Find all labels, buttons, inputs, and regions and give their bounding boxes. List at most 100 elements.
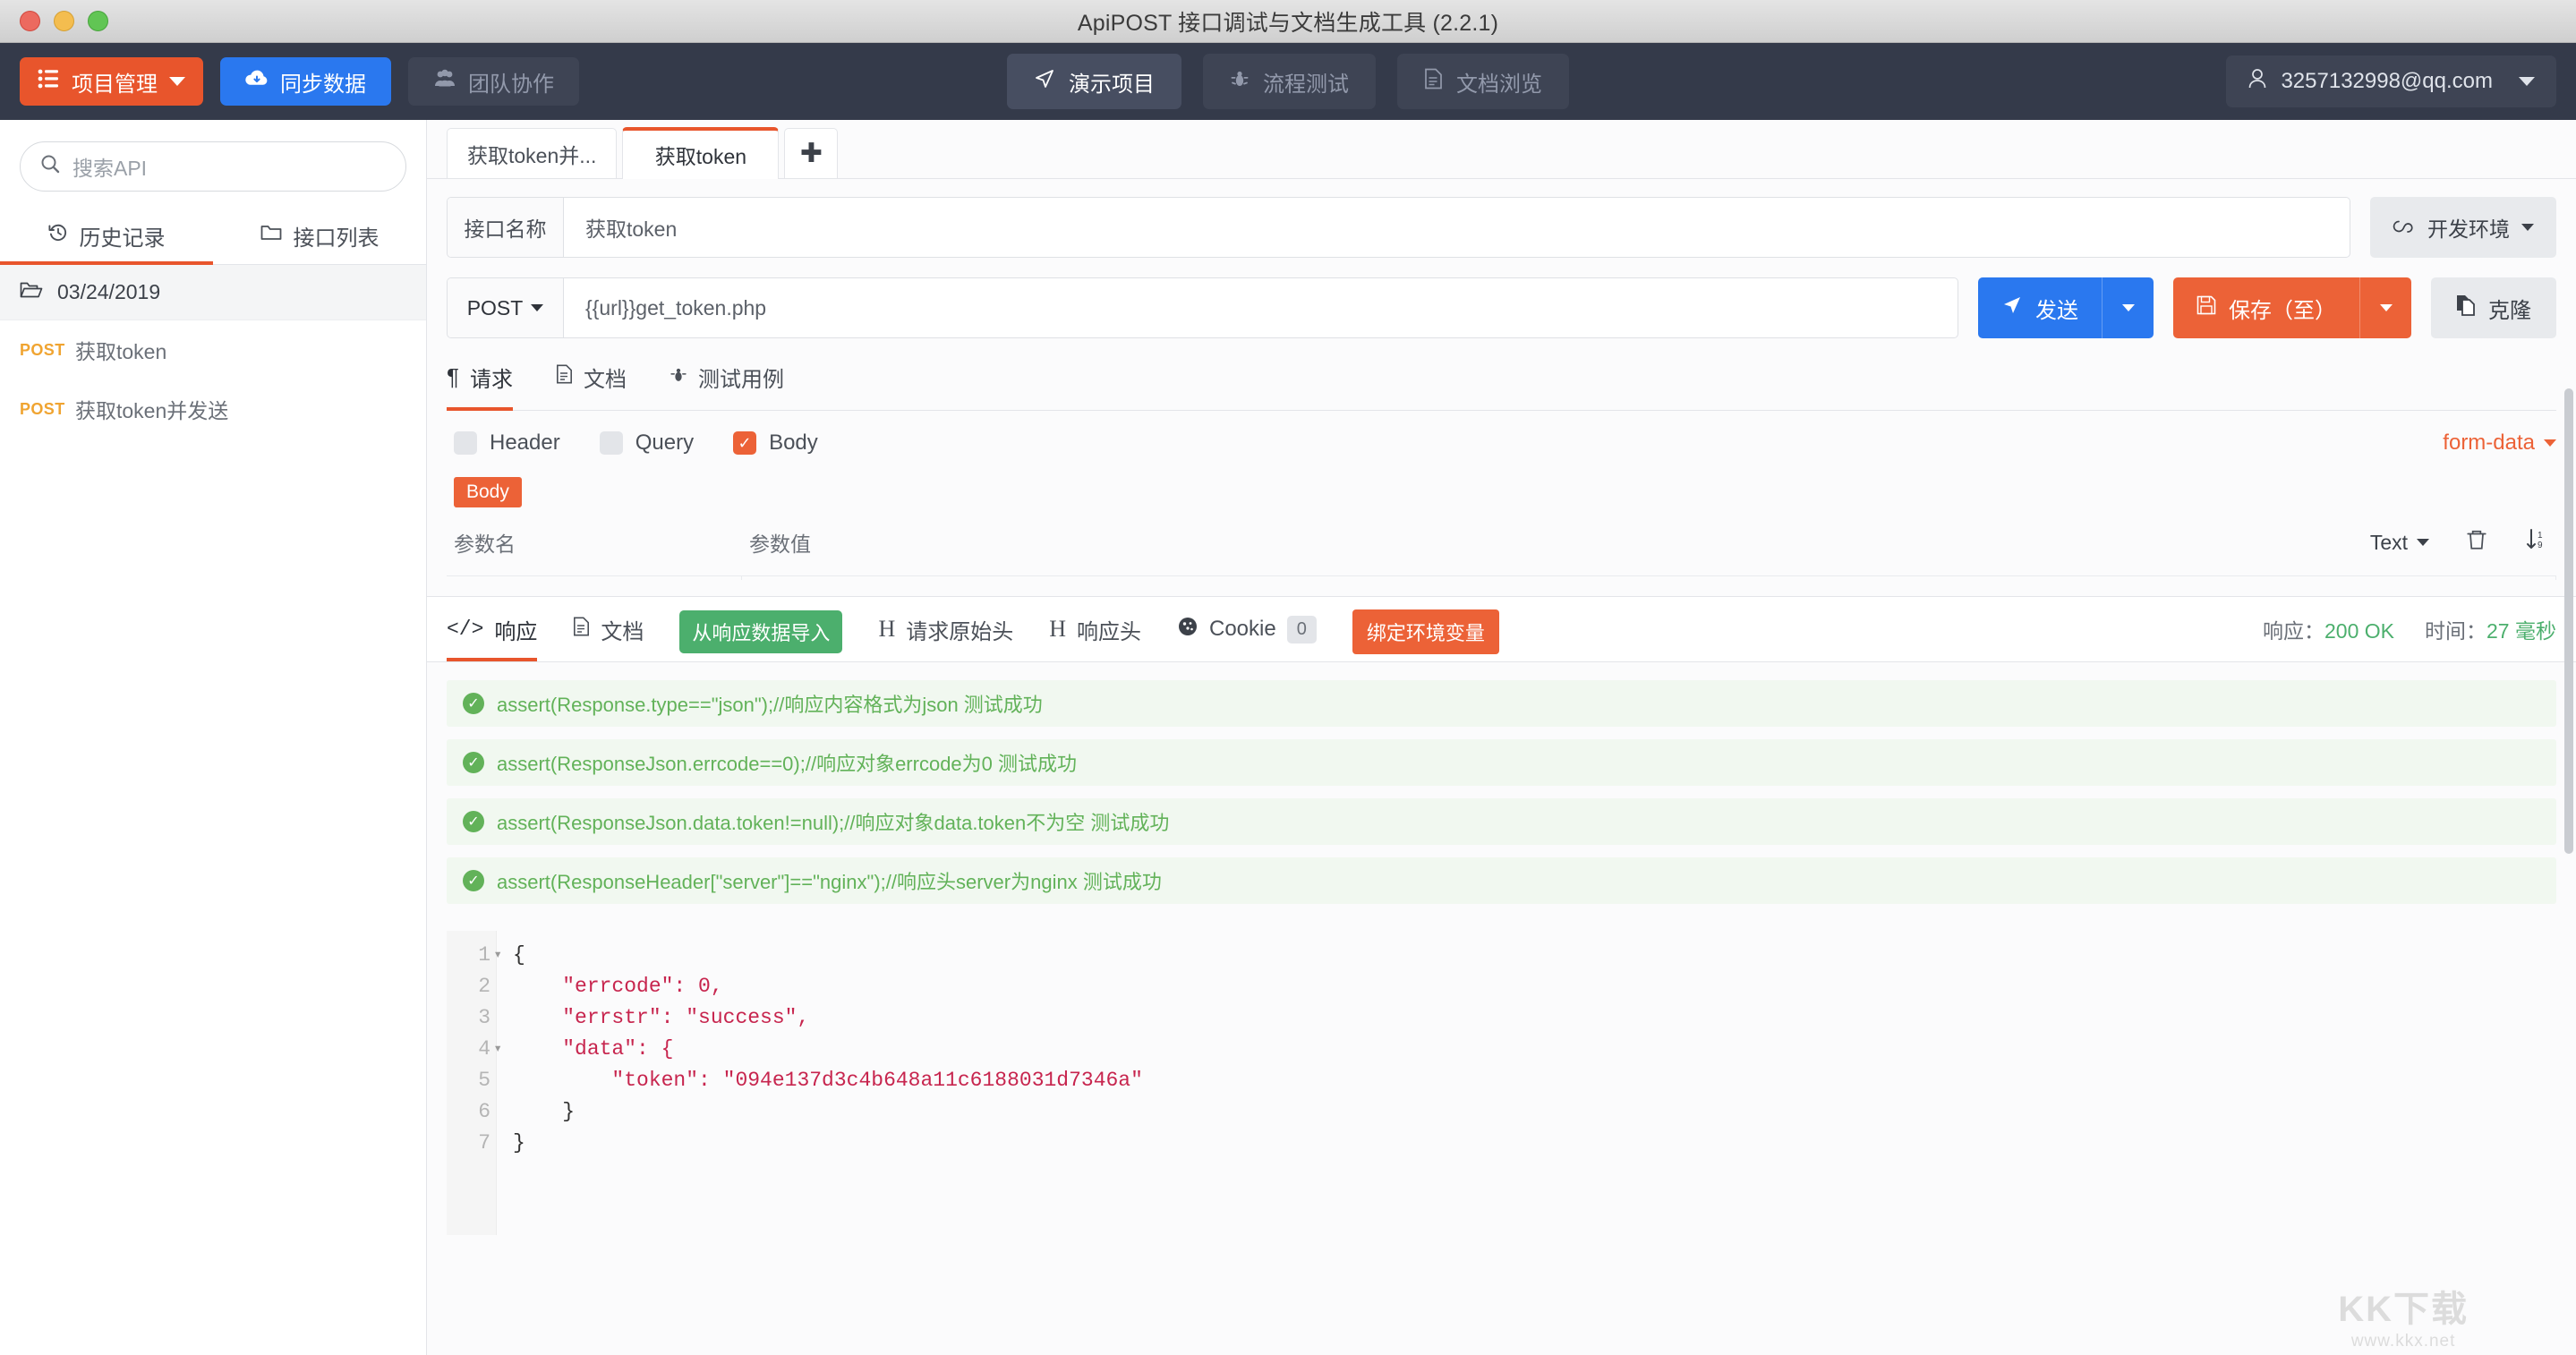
save-dropdown-button[interactable] [2359, 277, 2411, 338]
http-method-select[interactable]: POST [448, 278, 564, 337]
header-h-icon: H [1049, 616, 1066, 642]
nav-flow-test[interactable]: 流程测试 [1203, 54, 1376, 109]
add-tab-button[interactable]: ✚ [784, 128, 839, 178]
vertical-scrollbar[interactable] [2564, 388, 2573, 854]
body-type-selector[interactable]: form-data [2443, 430, 2556, 456]
team-collab-button[interactable]: 团队协作 [408, 57, 579, 106]
fold-icon[interactable]: ▾ [493, 1034, 502, 1065]
url-field[interactable]: POST {{url}}get_token.php [447, 277, 1958, 338]
code-line: { [513, 943, 525, 967]
param-name-header: 参数名 [454, 533, 516, 556]
tab-document[interactable]: 文档 [556, 362, 627, 411]
checkbox-header[interactable]: Header [454, 430, 560, 456]
checkbox-box [599, 431, 623, 455]
checkbox-box [454, 431, 477, 455]
line-number: 5 [478, 1069, 490, 1092]
param-value-type-select[interactable]: Text [2370, 531, 2429, 555]
response-tab-raw-request-header[interactable]: H 请求原始头 [878, 597, 1013, 661]
request-tabs: ¶ 请求 文档 测试用例 [447, 362, 2556, 411]
cloud-download-icon [245, 69, 269, 95]
doc-tab-0[interactable]: 获取token并... [447, 128, 618, 178]
sidebar: 搜索API 历史记录 接口列表 03/24/2019 POST 获取token … [0, 120, 427, 1355]
user-account-menu[interactable]: 3257132998@qq.com [2226, 55, 2556, 107]
list-item[interactable]: POST 获取token并发送 [0, 379, 426, 439]
checkbox-body[interactable]: ✓ Body [733, 430, 818, 456]
editor-gutter: 1 ▾ 2 3 4 ▾ 5 6 7 [447, 931, 502, 1235]
code-line: "token": "094e137d3c4b648a11c6188031d734… [513, 1069, 1143, 1092]
environment-selector[interactable]: 开发环境 [2370, 197, 2556, 258]
search-icon [40, 154, 60, 179]
checkbox-body-label: Body [769, 430, 818, 455]
chevron-down-icon [2379, 304, 2393, 311]
response-body-editor[interactable]: 1 ▾ 2 3 4 ▾ 5 6 7 { "errcode": 0, "errstr"… [447, 931, 2556, 1235]
import-from-response-button[interactable]: 从响应数据导入 [679, 598, 843, 662]
save-button[interactable]: 保存（至） [2173, 277, 2411, 338]
tab-request[interactable]: ¶ 请求 [447, 362, 513, 411]
window-titlebar: ApiPOST 接口调试与文档生成工具 (2.2.1) [0, 0, 2576, 43]
send-icon [1034, 68, 1055, 96]
watermark-url: www.kkx.net [2350, 1332, 2456, 1351]
tab-request-label: 请求 [469, 368, 513, 392]
fold-icon[interactable]: ▾ [493, 940, 502, 971]
environment-label: 开发环境 [2427, 217, 2510, 241]
response-meta: 响应：200 OK 时间：27 毫秒 [2263, 614, 2556, 644]
project-manage-label: 项目管理 [72, 72, 158, 97]
checkbox-box-checked: ✓ [733, 431, 757, 455]
sync-data-button[interactable]: 同步数据 [220, 57, 391, 106]
response-status-label: 响应： [2263, 619, 2325, 643]
send-button[interactable]: 发送 [1978, 277, 2154, 338]
send-label: 发送 [2035, 298, 2078, 323]
sidebar-tab-history[interactable]: 历史记录 [0, 209, 213, 265]
response-time-value: 27 毫秒 [2486, 619, 2556, 643]
document-tabstrip: 获取token并... 获取token ✚ [427, 120, 2576, 179]
bug-icon [670, 365, 687, 390]
chevron-down-icon [2519, 77, 2535, 86]
checkbox-query[interactable]: Query [599, 430, 694, 456]
code-line: } [513, 1100, 576, 1123]
user-icon [2248, 68, 2267, 96]
delete-param-button[interactable] [2465, 528, 2488, 557]
workspace: 搜索API 历史记录 接口列表 03/24/2019 POST 获取token … [0, 120, 2576, 1355]
interface-name-input[interactable]: 获取token [564, 198, 2350, 257]
chevron-down-icon [2544, 439, 2556, 447]
response-tab-body[interactable]: </> 响应 [447, 597, 538, 661]
project-manage-button[interactable]: 项目管理 [20, 57, 203, 106]
clone-button[interactable]: 克隆 [2431, 277, 2556, 338]
code-line: "errstr": "success", [513, 1006, 810, 1029]
response-tab-response-header[interactable]: H 响应头 [1049, 597, 1141, 661]
editor-code[interactable]: { "errcode": 0, "errstr": "success", "da… [497, 931, 2556, 1235]
http-method-badge: POST [20, 340, 65, 359]
interface-name-field[interactable]: 接口名称 获取token [447, 197, 2350, 258]
nav-demo-project[interactable]: 演示项目 [1007, 54, 1181, 109]
search-api-box[interactable]: 搜索API [20, 141, 406, 192]
body-type-label: form-data [2443, 430, 2535, 455]
bug-icon [1230, 69, 1250, 95]
tab-test-case-label: 测试用例 [697, 368, 784, 392]
param-table-header: 参数名 参数值 Text 19 [447, 507, 2556, 575]
list-item[interactable]: POST 获取token [0, 320, 426, 379]
nav-doc-browse-label: 文档浏览 [1456, 72, 1542, 97]
nav-doc-browse[interactable]: 文档浏览 [1397, 54, 1569, 109]
url-input[interactable]: {{url}}get_token.php [564, 278, 1958, 337]
bind-env-variable-button[interactable]: 绑定环境变量 [1352, 598, 1499, 662]
send-dropdown-button[interactable] [2102, 277, 2154, 338]
chevron-down-icon [531, 304, 544, 311]
history-folder-row[interactable]: 03/24/2019 [0, 265, 426, 320]
code-line: } [513, 1131, 525, 1155]
window-title: ApiPOST 接口调试与文档生成工具 (2.2.1) [1077, 10, 1499, 36]
assertion-row: ✓ assert(Response.type=="json");//响应内容格式… [447, 680, 2556, 727]
tab-document-label: 文档 [583, 368, 627, 392]
doc-tab-1[interactable]: 获取token [622, 127, 780, 179]
assertion-text: assert(ResponseHeader["server"]=="nginx"… [497, 871, 1162, 893]
tab-test-case[interactable]: 测试用例 [670, 362, 784, 411]
check-circle-icon: ✓ [463, 811, 484, 832]
response-tab-cookie[interactable]: Cookie 0 [1177, 597, 1317, 661]
sidebar-tab-api-list[interactable]: 接口列表 [213, 209, 426, 265]
sort-params-button[interactable]: 19 [2524, 528, 2549, 557]
chevron-down-icon [2417, 539, 2429, 546]
line-number: 7 [478, 1131, 490, 1155]
response-tab-document[interactable]: 文档 [573, 597, 644, 661]
chevron-down-icon [169, 77, 185, 86]
list-icon [38, 69, 59, 95]
assertion-text: assert(ResponseJson.data.token!=null);//… [497, 812, 1170, 834]
